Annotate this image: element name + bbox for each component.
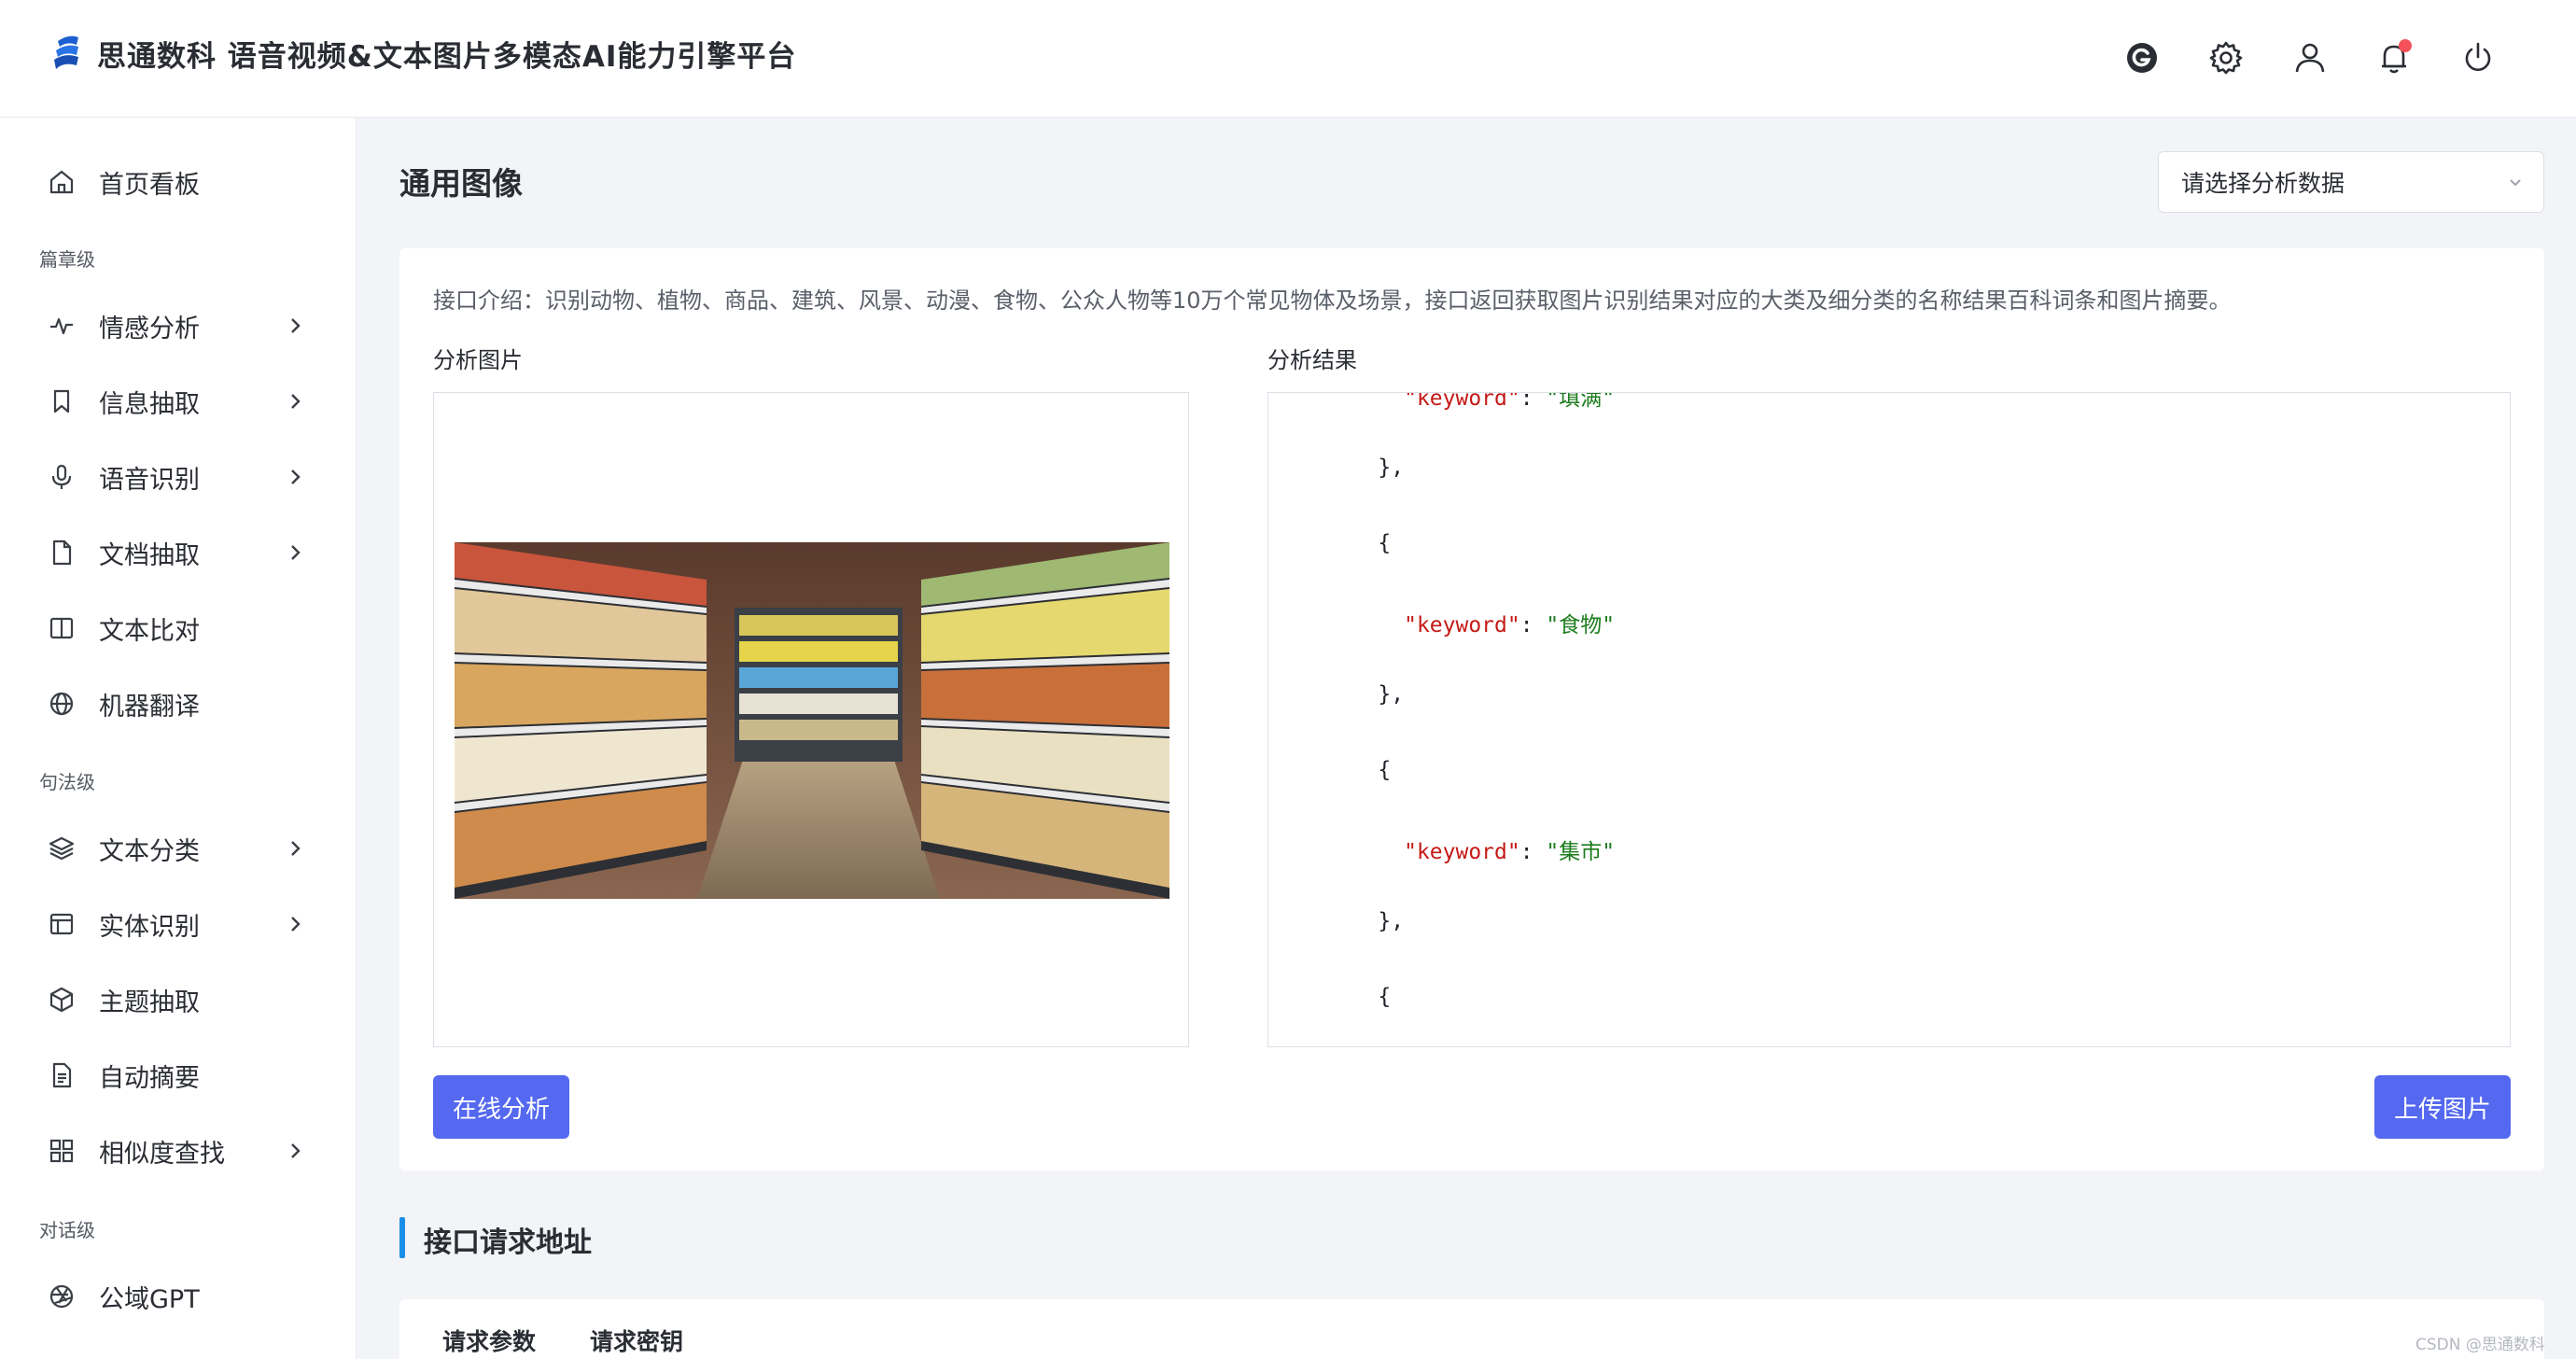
chevron-right-icon: [291, 318, 301, 333]
sidebar-item-label: 相似度查找: [99, 1139, 225, 1169]
sidebar-item-info-extract[interactable]: 信息抽取: [0, 369, 357, 434]
tab-request-params[interactable]: 请求参数: [442, 1324, 536, 1357]
chevron-down-icon: [2510, 179, 2521, 187]
json-line: "keyword": "填满": [1326, 392, 1616, 412]
json-line: },: [1326, 909, 1405, 933]
sidebar-item-topic[interactable]: 主题抽取: [0, 967, 357, 1032]
section-title: 接口请求地址: [424, 1226, 592, 1259]
sidebar-item-home[interactable]: 首页看板: [0, 149, 357, 215]
globe-icon: [45, 687, 78, 721]
home-icon: [45, 165, 78, 199]
sidebar-item-translate[interactable]: 机器翻译: [0, 671, 357, 736]
document-icon: [45, 536, 78, 569]
group-label-chapter: 篇章级: [39, 248, 95, 271]
json-line: },: [1326, 455, 1405, 480]
grid-icon: [45, 1134, 78, 1168]
sidebar-item-label: 实体识别: [99, 912, 200, 942]
json-key: "keyword": [1404, 392, 1520, 411]
group-label-sentence: 句法级: [39, 771, 95, 793]
json-line: {: [1326, 531, 1392, 555]
file-text-icon: [45, 1058, 78, 1092]
top-header: 思通数科 语音视频&文本图片多模态AI能力引擎平台: [0, 0, 2576, 118]
aperture-icon: [45, 1280, 78, 1313]
watermark: CSDN @思通数科: [2415, 1336, 2545, 1354]
sidebar-item-label: 机器翻译: [99, 692, 200, 722]
settings-button[interactable]: [2184, 34, 2268, 82]
chevron-right-icon: [291, 545, 301, 560]
header-toolbar: [2100, 34, 2520, 82]
online-analysis-button[interactable]: 在线分析: [433, 1075, 569, 1139]
user-button[interactable]: [2268, 34, 2352, 82]
section-accent-bar: [399, 1217, 405, 1258]
sidebar-item-label: 信息抽取: [99, 389, 200, 419]
api-intro: 接口介绍：识别动物、植物、商品、建筑、风景、动漫、食物、公众人物等10万个常见物…: [433, 287, 2232, 314]
supermarket-aisle-image: [455, 542, 1169, 899]
sidebar-item-label: 自动摘要: [99, 1063, 200, 1093]
chevron-right-icon: [291, 841, 301, 856]
json-line: {: [1326, 758, 1392, 782]
json-value: "填满": [1546, 392, 1616, 411]
sidebar-item-label: 首页看板: [99, 170, 200, 200]
request-card: 请求参数 请求密钥: [399, 1299, 2544, 1359]
tab-request-key[interactable]: 请求密钥: [590, 1324, 683, 1357]
user-icon: [2295, 43, 2325, 73]
json-value: "食物": [1546, 613, 1616, 637]
sidebar-item-label: 语音识别: [99, 465, 200, 495]
layers-icon: [45, 832, 78, 865]
sidebar-item-text-classify[interactable]: 文本分类: [0, 816, 357, 881]
sidebar-item-entity[interactable]: 实体识别: [0, 891, 357, 957]
analysis-data-select[interactable]: 请选择分析数据: [2158, 151, 2544, 213]
pulse-icon: [45, 309, 78, 343]
brand[interactable]: 思通数科 语音视频&文本图片多模态AI能力引擎平台: [52, 32, 796, 75]
sidebar-item-gpt[interactable]: 公域GPT: [0, 1264, 357, 1329]
logo-icon: [54, 35, 78, 69]
sidebar-item-summary[interactable]: 自动摘要: [0, 1043, 357, 1108]
json-line: },: [1326, 682, 1405, 707]
sidebar-item-text-compare[interactable]: 文本比对: [0, 595, 357, 661]
chevron-right-icon: [291, 394, 301, 409]
sidebar-item-sentiment[interactable]: 情感分析: [0, 293, 357, 358]
json-value: "集市": [1546, 840, 1616, 864]
json-line: "keyword": "食物": [1404, 613, 1616, 637]
result-label: 分析结果: [1267, 347, 1357, 373]
sidebar-item-label: 情感分析: [99, 314, 200, 343]
sidebar-item-similarity[interactable]: 相似度查找: [0, 1118, 357, 1184]
chevron-right-icon: [291, 1143, 301, 1158]
sidebar-item-label: 文本分类: [99, 836, 200, 866]
sidebar-item-label: 公域GPT: [99, 1284, 200, 1314]
app-title: 思通数科 语音视频&文本图片多模态AI能力引擎平台: [97, 39, 797, 74]
result-json-panel[interactable]: "keyword": "填满" }, { "keyword": "食物" }, …: [1267, 392, 2511, 1047]
json-line: "keyword": "集市": [1404, 840, 1616, 864]
logout-button[interactable]: [2436, 34, 2520, 82]
sidebar-item-doc-extract[interactable]: 文档抽取: [0, 520, 357, 585]
analysis-card: 接口介绍：识别动物、植物、商品、建筑、风景、动漫、食物、公众人物等10万个常见物…: [399, 248, 2544, 1170]
power-icon: [2465, 42, 2491, 71]
image-label: 分析图片: [433, 347, 523, 373]
group-label-dialog: 对话级: [39, 1219, 95, 1241]
sidebar-item-label: 文本比对: [99, 616, 200, 646]
cube-icon: [45, 983, 78, 1016]
notification-button[interactable]: [2352, 34, 2436, 82]
notification-badge: [2399, 39, 2412, 52]
sidebar-item-label: 文档抽取: [99, 540, 200, 570]
chevron-right-icon: [291, 917, 301, 932]
bookmark-icon: [45, 385, 78, 418]
json-key: "keyword": [1404, 840, 1520, 864]
layout-icon: [45, 907, 78, 941]
sidebar-item-speech[interactable]: 语音识别: [0, 444, 357, 510]
json-line: {: [1326, 985, 1392, 1009]
g-circle-button[interactable]: [2100, 34, 2184, 82]
gear-icon: [2209, 41, 2243, 75]
page-title: 通用图像: [399, 165, 523, 202]
json-key: "keyword": [1404, 613, 1520, 637]
image-panel: [433, 392, 1189, 1047]
sidebar: 首页看板 篇章级 情感分析 信息抽取 语音识别 文档抽取 文本比对 机器翻译 句…: [0, 118, 357, 1359]
chevron-right-icon: [291, 469, 301, 484]
select-placeholder: 请选择分析数据: [2181, 170, 2345, 197]
g-circle-icon: [2127, 43, 2157, 73]
upload-image-button[interactable]: 上传图片: [2374, 1075, 2511, 1139]
sidebar-item-label: 主题抽取: [99, 988, 200, 1017]
microphone-icon: [45, 460, 78, 494]
columns-icon: [45, 611, 78, 645]
